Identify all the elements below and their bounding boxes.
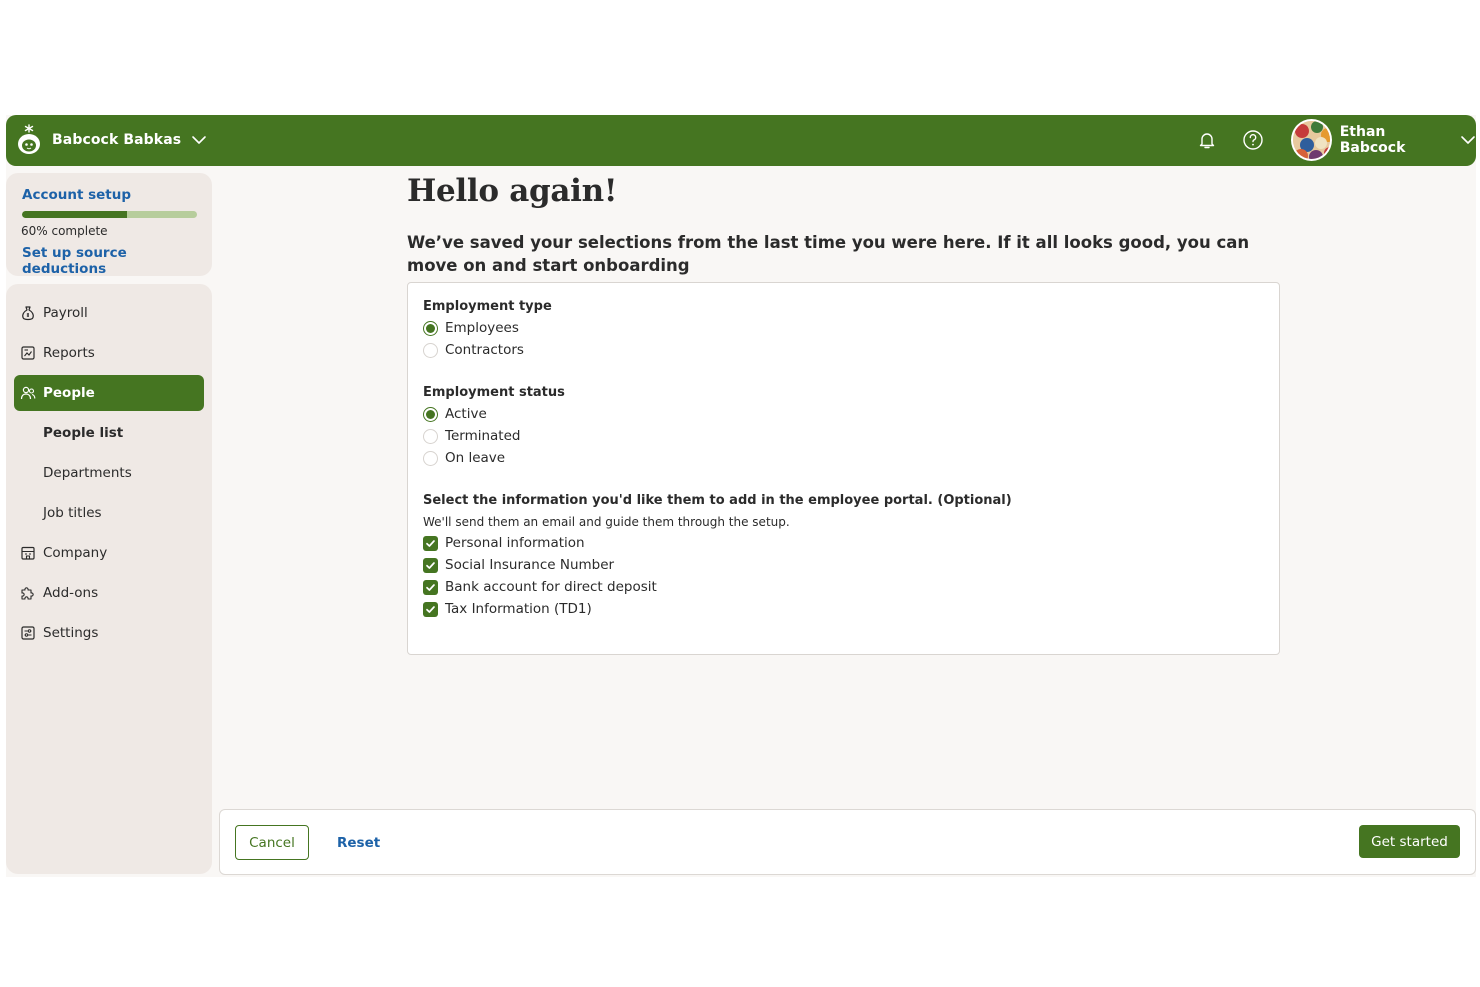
checkbox-label: Personal information xyxy=(445,535,585,551)
main-content: Hello again! We’ve saved your selections… xyxy=(407,173,1287,277)
action-bar: Cancel Reset Get started xyxy=(219,809,1476,875)
checkbox-label: Social Insurance Number xyxy=(445,557,615,573)
bell-icon[interactable] xyxy=(1196,129,1218,151)
employment-type-label: Employment type xyxy=(423,299,552,314)
user-menu[interactable]: Ethan Babcock xyxy=(1291,119,1476,161)
employment-status-label: Employment status xyxy=(423,385,565,400)
checkmark-icon[interactable] xyxy=(423,601,438,617)
chevron-down-icon xyxy=(1460,132,1476,148)
company-name: Babcock Babkas xyxy=(52,132,182,148)
sidebar-item-label: Add-ons xyxy=(43,585,99,601)
building-icon xyxy=(20,545,36,561)
sidebar-item-company[interactable]: Company xyxy=(14,535,204,571)
sidebar-item-label: Company xyxy=(43,545,108,561)
checkbox-personal-information[interactable]: Personal information xyxy=(423,532,1264,554)
app-window: Babcock Babkas Ethan Babcock Account set… xyxy=(6,115,1476,877)
portal-info-hint: We'll send them an email and guide them … xyxy=(423,514,790,529)
checkmark-icon[interactable] xyxy=(423,579,438,595)
onboarding-form-panel: Employment type Employees Contractors Em… xyxy=(407,282,1280,655)
radio-active[interactable]: Active xyxy=(423,403,1264,425)
avatar xyxy=(1291,119,1332,161)
page-title: Hello again! xyxy=(407,173,618,209)
setup-progress-bar xyxy=(22,211,197,218)
sidebar-subitem-job-titles[interactable]: Job titles xyxy=(14,495,204,531)
sidebar-item-reports[interactable]: Reports xyxy=(14,335,204,371)
account-setup-link[interactable]: Account setup xyxy=(22,187,196,203)
company-switcher[interactable]: Babcock Babkas xyxy=(16,124,207,156)
sidebar-item-payroll[interactable]: Payroll xyxy=(14,295,204,331)
people-icon xyxy=(20,385,36,401)
chevron-down-icon xyxy=(191,132,207,148)
radio-label: Active xyxy=(445,406,487,422)
sidebar-item-label: Settings xyxy=(43,625,99,641)
account-setup-card: Account setup 60% complete Set up source… xyxy=(6,173,212,277)
puzzle-icon xyxy=(20,585,36,601)
sidebar-nav: Payroll Reports People People list Depar… xyxy=(6,284,212,874)
portal-info-label: Select the information you'd like them t… xyxy=(423,493,1012,508)
setup-progress-text: 60% complete xyxy=(21,224,108,238)
next-setup-step-link[interactable]: Set up source deductions xyxy=(22,245,196,277)
sidebar-item-settings[interactable]: Settings xyxy=(14,615,204,651)
money-bag-icon xyxy=(20,305,36,321)
radio-employees[interactable]: Employees xyxy=(423,317,1264,339)
page-description: We’ve saved your selections from the las… xyxy=(407,233,1250,275)
radio-button[interactable] xyxy=(423,320,438,336)
cancel-button[interactable]: Cancel xyxy=(235,825,309,860)
report-icon xyxy=(20,345,36,361)
checkmark-icon[interactable] xyxy=(423,535,438,551)
sidebar-item-label: People xyxy=(43,385,95,401)
radio-button[interactable] xyxy=(423,406,438,422)
radio-button[interactable] xyxy=(423,450,438,466)
radio-on-leave[interactable]: On leave xyxy=(423,447,1264,469)
radio-label: Contractors xyxy=(445,342,524,358)
checkbox-tax-information[interactable]: Tax Information (TD1) xyxy=(423,598,1264,620)
checkbox-social-insurance-number[interactable]: Social Insurance Number xyxy=(423,554,1264,576)
setup-progress-fill xyxy=(22,211,127,218)
reset-button[interactable]: Reset xyxy=(337,825,380,860)
help-icon[interactable] xyxy=(1242,129,1264,151)
get-started-button[interactable]: Get started xyxy=(1359,825,1460,858)
sidebar-item-label: Reports xyxy=(43,345,95,361)
sidebar-item-label: Payroll xyxy=(43,305,88,321)
checkbox-bank-account[interactable]: Bank account for direct deposit xyxy=(423,576,1264,598)
top-bar: Babcock Babkas Ethan Babcock xyxy=(6,115,1476,166)
radio-label: Employees xyxy=(445,320,519,336)
settings-sliders-icon xyxy=(20,625,36,641)
sidebar-subitem-departments[interactable]: Departments xyxy=(14,455,204,491)
sidebar-item-people[interactable]: People xyxy=(14,375,204,411)
radio-label: Terminated xyxy=(445,428,521,444)
sidebar-item-addons[interactable]: Add-ons xyxy=(14,575,204,611)
radio-label: On leave xyxy=(445,450,506,466)
radio-terminated[interactable]: Terminated xyxy=(423,425,1264,447)
checkbox-label: Bank account for direct deposit xyxy=(445,579,657,595)
company-logo-icon xyxy=(16,124,42,156)
radio-contractors[interactable]: Contractors xyxy=(423,339,1264,361)
radio-button[interactable] xyxy=(423,428,438,444)
user-name: Ethan Babcock xyxy=(1339,124,1406,156)
checkmark-icon[interactable] xyxy=(423,557,438,573)
radio-button[interactable] xyxy=(423,342,438,358)
checkbox-label: Tax Information (TD1) xyxy=(445,601,592,617)
sidebar-subitem-people-list[interactable]: People list xyxy=(14,415,204,451)
